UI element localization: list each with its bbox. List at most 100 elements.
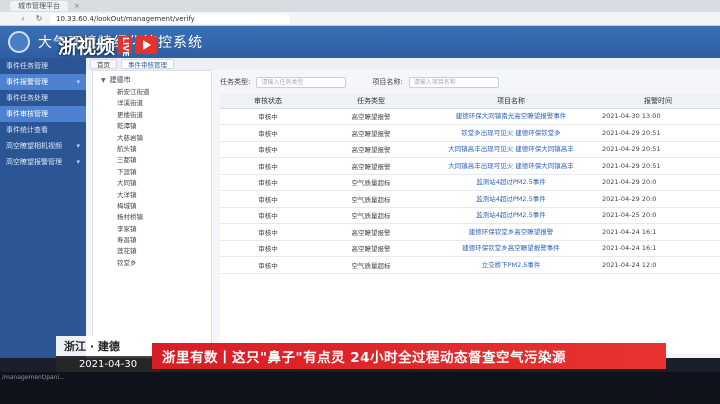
logo-icon (8, 31, 30, 53)
type-input[interactable]: 请输入任务类型 (256, 76, 347, 88)
table-row[interactable]: 审核中 空气质量超标 监测站4超过PM2.5事件 2021-04-29 20:0 (220, 190, 720, 208)
cell-status: 审核中 (220, 240, 316, 257)
cell-time: 2021-04-29 20:0 (596, 190, 720, 208)
cell-name[interactable]: 建德环保大同镇南光高空瞭望报警事件 (426, 108, 596, 125)
cell-name[interactable]: 监测站4超过PM2.5事件 (426, 190, 596, 208)
cell-name[interactable]: 大同镇高丰出现可见火 建德环保大同镇高丰 (426, 141, 596, 158)
sidebar: 事件任务管理 事件报警管理 ▾ 事件任务处理 事件审核管理 事件统计查看 高空瞭望… (0, 58, 86, 358)
sidebar-item-camera-alarm[interactable]: 高空瞭望报警管理 ▾ (0, 154, 86, 170)
sidebar-item-audit-manage[interactable]: 事件审核管理 (0, 106, 86, 122)
sidebar-item-statistics[interactable]: 事件统计查看 (0, 122, 86, 138)
cell-name[interactable]: 立交桥下PM2.5事件 (426, 256, 596, 274)
tree-item[interactable]: 下涯镇 (93, 167, 211, 178)
close-icon[interactable]: × (74, 2, 80, 10)
tree-item[interactable]: 更楼街道 (93, 110, 211, 121)
cell-status: 审核中 (220, 190, 316, 208)
table-row[interactable]: 审核中 空气质量超标 监测站4超过PM2.5事件 2021-04-29 20:0 (220, 174, 720, 191)
tree-item[interactable]: 杨村桥镇 (93, 212, 211, 223)
cell-type: 高空瞭望报警 (316, 141, 426, 158)
col-time: 报警时间 (596, 94, 720, 109)
table-row[interactable]: 审核中 高空瞭望报警 建德环保大同镇南光高空瞭望报警事件 2021-04-30 13:… (220, 108, 720, 125)
cell-time: 2021-04-25 20:0 (596, 207, 720, 224)
table-row[interactable]: 审核中 高空瞭望报警 建德环保钦堂乡高空瞭望报警 2021-04-24 16:1 (220, 223, 720, 241)
cell-time: 2021-04-29 20:51 (596, 157, 720, 175)
cell-time: 2021-04-30 13:00 (596, 108, 720, 125)
cell-time: 2021-04-24 16:1 (596, 240, 720, 257)
news-date: 2021-04-30 (56, 356, 160, 372)
watermark-brand: 浙视频 (58, 35, 116, 58)
cell-name[interactable]: 钦堂乡出现可见火 建德环保钦堂乡 (426, 124, 596, 142)
cell-type: 高空瞭望报警 (316, 157, 426, 175)
table-row[interactable]: 审核中 空气质量超标 监测站4超过PM2.5事件 2021-04-25 20:0 (220, 207, 720, 224)
tree-item[interactable]: 莲花镇 (93, 246, 211, 257)
tree-item[interactable]: 寿昌镇 (93, 235, 211, 246)
cell-status: 审核中 (220, 157, 316, 175)
breadcrumb: 首页 事件审核管理 (86, 58, 720, 70)
table-row[interactable]: 审核中 高空瞭望报警 钦堂乡出现可见火 建德环保钦堂乡 2021-04-29 20:5… (220, 124, 720, 142)
chevron-down-icon: ▾ (76, 78, 80, 86)
back-icon[interactable]: ‹ (18, 14, 28, 23)
filter-bar: 任务类型: 请输入任务类型 项目名称: 请输入项目名称 (220, 74, 720, 90)
browser-tab[interactable]: 城市管理平台 (10, 1, 68, 11)
cell-time: 2021-04-24 16:1 (596, 223, 720, 241)
url-field[interactable]: 10.33.60.4/lookOut/management/verify (50, 13, 290, 24)
cell-time: 2021-04-29 20:51 (596, 141, 720, 158)
tree-item[interactable]: 大慈岩镇 (93, 133, 211, 144)
tree-item[interactable]: 钦堂乡 (93, 258, 211, 269)
caret-down-icon[interactable]: ▼ (101, 77, 106, 84)
live-tag: LIVE (118, 36, 133, 57)
sidebar-item-alarm-manage[interactable]: 事件报警管理 ▾ (0, 74, 86, 90)
browser-tab-strip: 城市管理平台 × (0, 0, 720, 12)
tree-item[interactable]: 洋溪街道 (93, 98, 211, 109)
table-row[interactable]: 审核中 高空瞭望报警 大同镇高丰出现可见火 建德环保大同镇高丰 2021-04-29 … (220, 141, 720, 158)
tree-item[interactable]: 大洋镇 (93, 190, 211, 201)
table-row[interactable]: 审核中 高空瞭望报警 建德环保钦堂乡高空瞭望报警事件 2021-04-24 16:1 (220, 240, 720, 257)
cell-type: 空气质量超标 (316, 207, 426, 224)
project-label: 项目名称: (372, 78, 403, 86)
cell-name[interactable]: 建德环保钦堂乡高空瞭望报警 (426, 223, 596, 241)
cell-type: 高空瞭望报警 (316, 108, 426, 125)
col-name: 项目名称 (426, 94, 596, 109)
cell-type: 高空瞭望报警 (316, 240, 426, 257)
tree-item[interactable]: 三都镇 (93, 155, 211, 166)
play-icon (135, 36, 158, 54)
news-headline: 浙里有数丨这只"鼻子"有点灵 24小时全过程动态督查空气污染源 (162, 350, 567, 366)
status-url: /management/pani... (2, 374, 65, 381)
tree-item[interactable]: 新安江街道 (93, 87, 211, 98)
cell-name[interactable]: 大同镇高丰出现可见火 建德环保大同镇高丰 (426, 157, 596, 175)
cell-type: 空气质量超标 (316, 190, 426, 208)
sidebar-item-camera-video[interactable]: 高空瞭望相机视频 ▾ (0, 138, 86, 154)
cell-type: 高空瞭望报警 (316, 223, 426, 241)
cell-status: 审核中 (220, 207, 316, 224)
tree-item[interactable]: 大同镇 (93, 178, 211, 189)
address-bar: ‹ ↻ 10.33.60.4/lookOut/management/verify (0, 12, 720, 26)
cell-type: 空气质量超标 (316, 256, 426, 274)
tab-home[interactable]: 首页 (90, 59, 117, 69)
cell-time: 2021-04-29 20:0 (596, 174, 720, 191)
cell-name[interactable]: 监测站4超过PM2.5事件 (426, 174, 596, 191)
table-row[interactable]: 审核中 空气质量超标 立交桥下PM2.5事件 2021-04-24 12:0 (220, 256, 720, 274)
cell-status: 审核中 (220, 141, 316, 158)
tree-item[interactable]: 乾潭镇 (93, 121, 211, 132)
project-input[interactable]: 请输入项目名称 (408, 76, 499, 88)
tab-audit-manage[interactable]: 事件审核管理 (121, 59, 174, 69)
cell-time: 2021-04-29 20:51 (596, 124, 720, 142)
col-status: 审核状态 (220, 94, 316, 109)
sidebar-item-task-process[interactable]: 事件任务处理 (0, 90, 86, 106)
region-tree: ▼ 建德市 新安江街道 洋溪街道 更楼街道 乾潭镇 大慈岩镇 航头镇 三都镇 下涯镇 大同镇 大洋… (92, 70, 212, 358)
tree-item[interactable]: 李家镇 (93, 224, 211, 235)
table-header-row: 审核状态 任务类型 项目名称 报警时间 (220, 94, 720, 109)
reload-icon[interactable]: ↻ (34, 14, 44, 23)
cell-status: 审核中 (220, 174, 316, 191)
cell-name[interactable]: 建德环保钦堂乡高空瞭望报警事件 (426, 240, 596, 257)
news-headline-bar: 浙里有数丨这只"鼻子"有点灵 24小时全过程动态督查空气污染源 (152, 343, 666, 369)
tree-item[interactable]: 梅城镇 (93, 201, 211, 212)
cell-type: 空气质量超标 (316, 174, 426, 191)
sidebar-item-task-manage[interactable]: 事件任务管理 (0, 58, 86, 74)
tree-root[interactable]: ▼ 建德市 (93, 71, 211, 87)
tree-item[interactable]: 航头镇 (93, 144, 211, 155)
news-location: 浙江 · 建德 (56, 336, 160, 356)
cell-status: 审核中 (220, 223, 316, 241)
cell-name[interactable]: 监测站4超过PM2.5事件 (426, 207, 596, 224)
table-row[interactable]: 审核中 高空瞭望报警 大同镇高丰出现可见火 建德环保大同镇高丰 2021-04-29 … (220, 157, 720, 175)
